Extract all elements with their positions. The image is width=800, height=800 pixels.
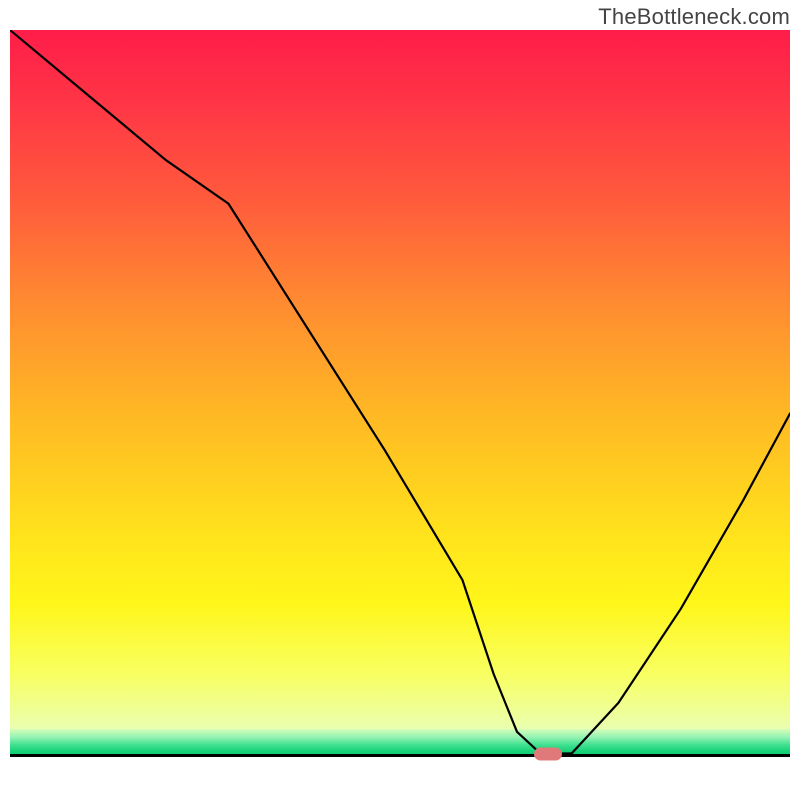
bottleneck-curve	[10, 30, 790, 754]
curve-svg	[10, 30, 790, 790]
watermark-text: TheBottleneck.com	[598, 4, 790, 30]
optimal-point-marker	[534, 747, 562, 760]
plot-area	[10, 30, 790, 790]
